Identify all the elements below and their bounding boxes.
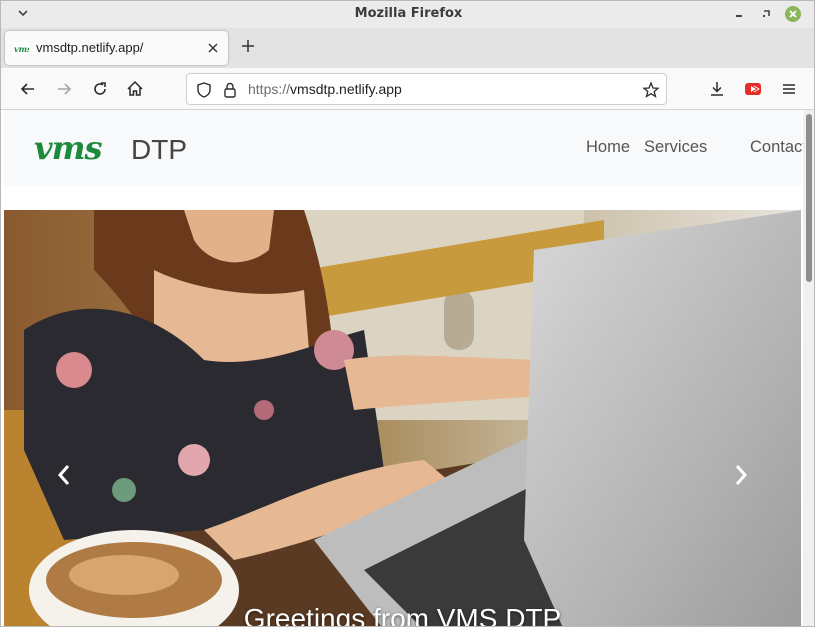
- maximize-icon[interactable]: [758, 6, 774, 22]
- carousel-next-chevron-right-icon[interactable]: [733, 463, 749, 487]
- lock-icon[interactable]: [221, 81, 239, 99]
- forward-arrow-icon[interactable]: [54, 79, 74, 99]
- youtube-extension-icon[interactable]: [743, 79, 763, 99]
- back-arrow-icon[interactable]: [18, 79, 38, 99]
- shield-icon[interactable]: [195, 81, 213, 99]
- hero-caption: Greetings from VMS DTP: [243, 603, 562, 627]
- hero-image: [4, 210, 801, 626]
- browser-window: Mozilla Firefox vms vmsdtp.netlify.app/: [0, 0, 815, 627]
- tab-close-icon[interactable]: [206, 40, 220, 54]
- page-viewport: vms DTP Home Services Contact Greetings …: [1, 110, 814, 627]
- close-icon[interactable]: [785, 6, 801, 22]
- home-icon[interactable]: [125, 79, 145, 99]
- tab-title: vmsdtp.netlify.app/: [36, 40, 144, 55]
- navigation-toolbar: https://vmsdtp.netlify.app: [1, 68, 814, 110]
- hero-carousel: Greetings from VMS DTP: [4, 210, 801, 627]
- browser-tab[interactable]: vms vmsdtp.netlify.app/: [5, 31, 228, 65]
- page-scrollbar[interactable]: [803, 110, 814, 626]
- site-header: vms DTP Home Services Contact: [4, 110, 807, 186]
- hamburger-menu-icon[interactable]: [779, 79, 799, 99]
- url-bar[interactable]: https://vmsdtp.netlify.app: [186, 73, 667, 105]
- new-tab-plus-icon[interactable]: [239, 37, 257, 55]
- svg-text:vms: vms: [14, 44, 29, 54]
- url-text: https://vmsdtp.netlify.app: [248, 81, 402, 97]
- logo-mark: vms: [34, 129, 102, 167]
- download-icon[interactable]: [707, 79, 727, 99]
- star-icon[interactable]: [642, 81, 660, 99]
- scrollbar-thumb[interactable]: [806, 114, 812, 282]
- url-scheme: https://: [248, 81, 291, 97]
- logo-text: DTP: [131, 134, 187, 165]
- reload-icon[interactable]: [90, 79, 110, 99]
- title-bar: Mozilla Firefox: [1, 1, 814, 28]
- nav-link-contact[interactable]: Contact: [750, 138, 807, 157]
- tab-strip: vms vmsdtp.netlify.app/: [1, 28, 814, 68]
- url-host: vmsdtp.netlify.app: [290, 81, 402, 97]
- carousel-prev-chevron-left-icon[interactable]: [56, 463, 72, 487]
- site-favicon-icon: vms: [13, 41, 32, 56]
- nav-link-home[interactable]: Home: [586, 138, 630, 157]
- nav-link-services[interactable]: Services: [644, 138, 707, 157]
- window-title: Mozilla Firefox: [354, 6, 463, 21]
- minimize-icon[interactable]: [731, 6, 747, 22]
